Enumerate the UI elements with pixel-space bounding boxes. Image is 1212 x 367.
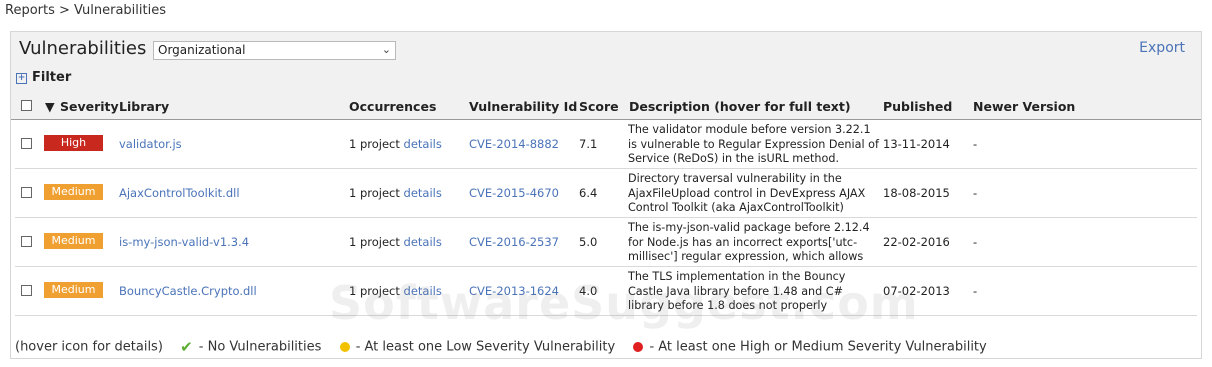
details-link[interactable]: details	[404, 137, 442, 151]
row-checkbox[interactable]	[21, 138, 32, 149]
filter-toggle[interactable]: + Filter	[16, 70, 71, 85]
header-library[interactable]: Library	[119, 99, 169, 114]
published-date: 22-02-2016	[883, 235, 950, 249]
score: 5.0	[579, 235, 598, 249]
table-row: High validator.js 1 project details CVE-…	[15, 120, 1197, 169]
newer-version: -	[973, 137, 978, 151]
details-link[interactable]: details	[404, 235, 442, 249]
vulnerability-id-link[interactable]: CVE-2013-1624	[469, 284, 559, 298]
legend-none: - No Vulnerabilities	[198, 339, 322, 355]
legend-low: - At least one Low Severity Vulnerabilit…	[355, 339, 616, 355]
table-row: Medium BouncyCastle.Crypto.dll 1 project…	[15, 267, 1197, 316]
chevron-down-icon: ⌄	[381, 43, 391, 56]
occurrence-count: 1 project	[349, 137, 400, 151]
yellow-dot-icon	[339, 342, 350, 352]
library-link[interactable]: BouncyCastle.Crypto.dll	[119, 284, 257, 298]
description[interactable]: The TLS implementation in the Bouncy Cas…	[628, 270, 880, 314]
library-link[interactable]: AjaxControlToolkit.dll	[119, 186, 240, 200]
occurrences-cell: 1 project details	[349, 186, 442, 200]
description[interactable]: Directory traversal vulnerability in the…	[628, 172, 880, 216]
occurrence-count: 1 project	[349, 284, 400, 298]
occurrence-count: 1 project	[349, 186, 400, 200]
severity-badge: Medium	[44, 184, 103, 200]
expand-plus-icon: +	[16, 73, 27, 84]
table-header: ▼ Severity Library Occurrences Vulnerabi…	[11, 92, 1201, 120]
vulnerability-id-link[interactable]: CVE-2015-4670	[469, 186, 559, 200]
severity-badge: Medium	[44, 233, 103, 249]
legend-hint: (hover icon for details)	[15, 339, 163, 355]
published-date: 18-08-2015	[883, 186, 950, 200]
occurrences-cell: 1 project details	[349, 137, 442, 151]
newer-version: -	[973, 284, 978, 298]
library-link[interactable]: validator.js	[119, 137, 182, 151]
legend-high: - At least one High or Medium Severity V…	[649, 339, 987, 355]
export-link[interactable]: Export	[1139, 40, 1185, 56]
details-link[interactable]: details	[404, 186, 442, 200]
scope-select-value: Organizational	[158, 43, 246, 57]
legend: (hover icon for details) ✔ - No Vulnerab…	[15, 338, 987, 356]
library-link[interactable]: is-my-json-valid-v1.3.4	[119, 235, 249, 249]
published-date: 13-11-2014	[883, 137, 950, 151]
occurrence-count: 1 project	[349, 235, 400, 249]
select-all-checkbox[interactable]	[21, 100, 32, 111]
details-link[interactable]: details	[404, 284, 442, 298]
header-newer-version[interactable]: Newer Version	[973, 99, 1075, 114]
description[interactable]: The is-my-json-valid package before 2.12…	[628, 221, 880, 265]
row-checkbox[interactable]	[21, 285, 32, 296]
header-vulnerability-id[interactable]: Vulnerability Id	[469, 99, 577, 114]
newer-version: -	[973, 235, 978, 249]
score: 7.1	[579, 137, 598, 151]
vulnerabilities-panel: Vulnerabilities Organizational ⌄ Export …	[10, 31, 1202, 359]
score: 6.4	[579, 186, 598, 200]
header-occurrences[interactable]: Occurrences	[349, 99, 436, 114]
filter-label: Filter	[32, 70, 72, 85]
vulnerability-id-link[interactable]: CVE-2014-8882	[469, 137, 559, 151]
score: 4.0	[579, 284, 598, 298]
header-score[interactable]: Score	[579, 99, 619, 114]
vulnerability-id-link[interactable]: CVE-2016-2537	[469, 235, 559, 249]
sort-desc-icon[interactable]: ▼	[45, 99, 55, 114]
row-checkbox[interactable]	[21, 187, 32, 198]
scope-select[interactable]: Organizational ⌄	[153, 41, 396, 60]
page-title: Vulnerabilities	[19, 38, 147, 59]
header-published[interactable]: Published	[883, 99, 952, 114]
header-severity[interactable]: Severity	[60, 99, 119, 114]
panel-header: Vulnerabilities Organizational ⌄ Export …	[11, 32, 1201, 92]
occurrences-cell: 1 project details	[349, 284, 442, 298]
header-description[interactable]: Description (hover for full text)	[629, 99, 851, 114]
red-dot-icon	[633, 342, 644, 352]
occurrences-cell: 1 project details	[349, 235, 442, 249]
check-icon: ✔	[180, 338, 193, 356]
severity-badge: Medium	[44, 282, 103, 298]
row-checkbox[interactable]	[21, 236, 32, 247]
published-date: 07-02-2013	[883, 284, 950, 298]
newer-version: -	[973, 186, 978, 200]
breadcrumb: Reports > Vulnerabilities	[5, 3, 167, 18]
table-row: Medium is-my-json-valid-v1.3.4 1 project…	[15, 218, 1197, 267]
description[interactable]: The validator module before version 3.22…	[628, 123, 880, 167]
severity-badge: High	[44, 135, 103, 151]
table-row: Medium AjaxControlToolkit.dll 1 project …	[15, 169, 1197, 218]
